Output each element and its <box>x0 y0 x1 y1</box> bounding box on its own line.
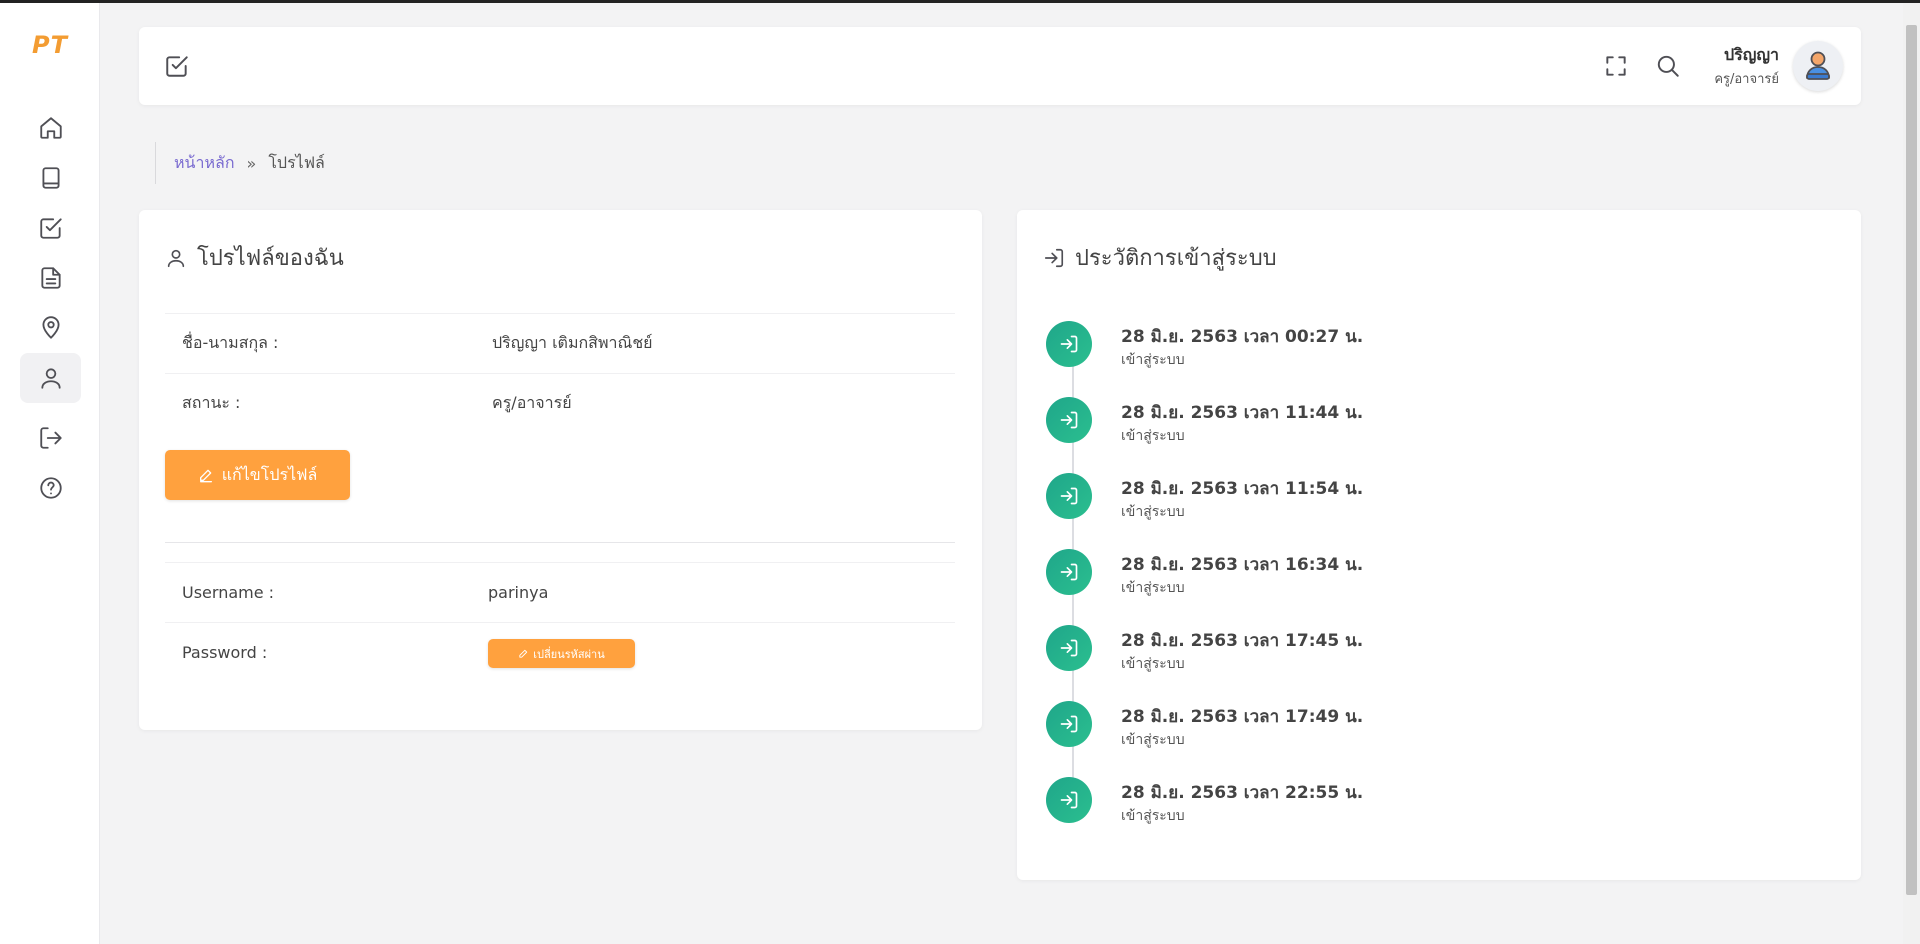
login-history-item: 28 มิ.ย. 2563 เวลา 11:54 น. เข้าสู่ระบบ <box>1046 473 1826 533</box>
status-row: สถานะ : ครู/อาจารย์ <box>165 373 955 433</box>
username-row: Username : parinya <box>165 562 955 622</box>
login-icon <box>1060 411 1078 429</box>
checkbox-icon <box>39 218 62 239</box>
sidebar-item-home[interactable] <box>20 103 81 153</box>
profile-title-text: โปรไฟล์ของฉัน <box>197 246 344 271</box>
login-status: เข้าสู่ระบบ <box>1121 580 1185 596</box>
checkbox-icon <box>166 56 188 77</box>
breadcrumb-home-link[interactable]: หน้าหลัก <box>174 151 235 176</box>
sidebar-item-logout[interactable] <box>20 413 81 463</box>
login-dot <box>1046 549 1092 595</box>
section-divider <box>165 542 955 543</box>
avatar-user-icon <box>1806 51 1830 80</box>
login-icon <box>1044 248 1064 267</box>
change-password-button[interactable]: เปลี่ยนรหัสผ่าน <box>488 639 635 668</box>
profile-card: โปรไฟล์ของฉัน ชื่อ-นามสกุล : ปริญญา เติม… <box>139 210 982 730</box>
sidebar-item-courses[interactable] <box>20 153 81 203</box>
user-role: ครู/อาจารย์ <box>1714 72 1779 87</box>
login-history-item: 28 มิ.ย. 2563 เวลา 11:44 น. เข้าสู่ระบบ <box>1046 397 1826 457</box>
user-name: ปริญญา <box>1724 45 1779 64</box>
scrollbar-thumb[interactable] <box>1906 25 1917 895</box>
edit-profile-label: แก้ไขโปรไฟล์ <box>221 464 318 484</box>
user-icon <box>40 368 61 389</box>
login-status: เข้าสู่ระบบ <box>1121 732 1185 748</box>
password-row: Password : เปลี่ยนรหัสผ่าน <box>165 622 955 682</box>
fullname-label: ชื่อ-นามสกุล : <box>182 333 279 352</box>
login-time: 28 มิ.ย. 2563 เวลา 11:44 น. <box>1121 403 1364 423</box>
login-status: เข้าสู่ระบบ <box>1121 656 1185 672</box>
login-history-title-text: ประวัติการเข้าสู่ระบบ <box>1075 246 1277 271</box>
login-status: เข้าสู่ระบบ <box>1121 808 1185 824</box>
logout-icon <box>39 427 62 449</box>
avatar[interactable] <box>1793 41 1843 91</box>
login-time: 28 มิ.ย. 2563 เวลา 16:34 น. <box>1121 555 1364 575</box>
login-icon <box>1060 791 1078 809</box>
home-icon <box>39 117 62 139</box>
book-icon <box>41 167 60 189</box>
search-icon[interactable] <box>1655 53 1681 79</box>
sidebar-item-profile[interactable] <box>20 353 81 403</box>
login-status: เข้าสู่ระบบ <box>1121 352 1185 368</box>
login-history-item: 28 มิ.ย. 2563 เวลา 17:45 น. เข้าสู่ระบบ <box>1046 625 1826 685</box>
login-history-item: 28 มิ.ย. 2563 เวลา 17:49 น. เข้าสู่ระบบ <box>1046 701 1826 761</box>
login-time: 28 มิ.ย. 2563 เวลา 00:27 น. <box>1121 327 1364 347</box>
login-time: 28 มิ.ย. 2563 เวลา 22:55 น. <box>1121 783 1364 803</box>
login-history-item: 28 มิ.ย. 2563 เวลา 22:55 น. เข้าสู่ระบบ <box>1046 777 1826 837</box>
username-label: Username : <box>182 583 275 602</box>
help-icon <box>39 477 62 499</box>
login-history-item: 28 มิ.ย. 2563 เวลา 00:27 น. เข้าสู่ระบบ <box>1046 321 1826 381</box>
login-dot <box>1046 397 1092 443</box>
login-dot <box>1046 625 1092 671</box>
login-icon <box>1060 639 1078 657</box>
sidebar-item-documents[interactable] <box>20 253 81 303</box>
login-history-card: ประวัติการเข้าสู่ระบบ 28 มิ.ย. 2563 เวลา… <box>1017 210 1861 880</box>
login-dot <box>1046 777 1092 823</box>
login-status: เข้าสู่ระบบ <box>1121 428 1185 444</box>
document-icon <box>40 267 61 289</box>
sidebar-item-location[interactable] <box>20 303 81 353</box>
login-dot <box>1046 473 1092 519</box>
breadcrumb-separator-icon: » <box>246 153 257 173</box>
fullname-value: ปริญญา เติมกสิพาณิชย์ <box>492 333 653 352</box>
login-dot <box>1046 701 1092 747</box>
fullscreen-icon[interactable] <box>1603 53 1629 79</box>
username-value: parinya <box>488 583 549 602</box>
page-scrollbar[interactable] <box>1903 3 1920 944</box>
status-label: สถานะ : <box>182 393 241 412</box>
sidebar-item-tasks[interactable] <box>20 203 81 253</box>
fullname-row: ชื่อ-นามสกุล : ปริญญา เติมกสิพาณิชย์ <box>165 313 955 373</box>
password-label: Password : <box>182 643 268 662</box>
sidebar: PT <box>0 3 100 944</box>
pencil-icon <box>199 469 212 483</box>
map-pin-icon <box>41 316 60 339</box>
login-time: 28 มิ.ย. 2563 เวลา 17:49 น. <box>1121 707 1364 727</box>
top-header: ปริญญา ครู/อาจารย์ <box>139 27 1861 105</box>
change-password-label: เปลี่ยนรหัสผ่าน <box>533 647 605 661</box>
login-icon <box>1060 715 1078 733</box>
user-icon <box>167 249 185 267</box>
pencil-icon <box>519 649 528 658</box>
edit-profile-button[interactable]: แก้ไขโปรไฟล์ <box>165 450 350 500</box>
login-status: เข้าสู่ระบบ <box>1121 504 1185 520</box>
app-logo[interactable]: PT <box>0 31 100 59</box>
window-top-border <box>0 0 1920 3</box>
login-dot <box>1046 321 1092 367</box>
login-icon <box>1060 487 1078 505</box>
login-time: 28 มิ.ย. 2563 เวลา 11:54 น. <box>1121 479 1364 499</box>
status-value: ครู/อาจารย์ <box>492 393 572 412</box>
login-icon <box>1060 563 1078 581</box>
login-time: 28 มิ.ย. 2563 เวลา 17:45 น. <box>1121 631 1364 651</box>
login-history-title: ประวัติการเข้าสู่ระบบ <box>1043 240 1277 275</box>
breadcrumb-current: โปรไฟล์ <box>268 152 325 172</box>
breadcrumb: หน้าหลัก » โปรไฟล์ <box>155 142 325 184</box>
login-icon <box>1060 335 1078 353</box>
sidebar-item-help[interactable] <box>20 463 81 513</box>
profile-card-title: โปรไฟล์ของฉัน <box>165 240 344 275</box>
login-history-item: 28 มิ.ย. 2563 เวลา 16:34 น. เข้าสู่ระบบ <box>1046 549 1826 609</box>
